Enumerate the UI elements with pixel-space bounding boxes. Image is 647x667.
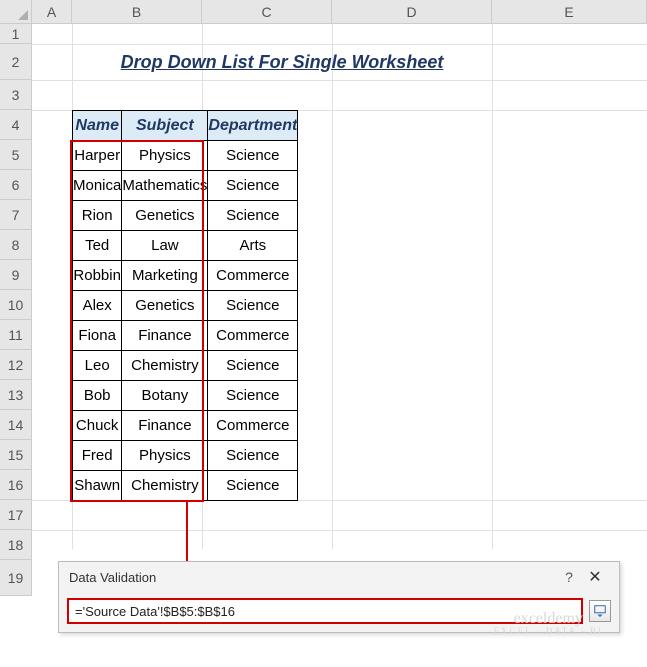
cell-subject[interactable]: Genetics: [122, 201, 208, 231]
cell-subject[interactable]: Mathematics: [122, 171, 208, 201]
header-department[interactable]: Department: [208, 111, 298, 141]
cell-department[interactable]: Science: [208, 201, 298, 231]
table-row: MonicaMathematicsScience: [73, 171, 298, 201]
dialog-header[interactable]: Data Validation ? ✕: [59, 562, 619, 592]
cell-department[interactable]: Commerce: [208, 411, 298, 441]
row-header-2[interactable]: 2: [0, 44, 32, 80]
row-header-18[interactable]: 18: [0, 530, 32, 560]
help-button[interactable]: ?: [557, 569, 581, 585]
source-formula-input[interactable]: [67, 598, 583, 624]
table-row: ShawnChemistryScience: [73, 471, 298, 501]
cell-department[interactable]: Science: [208, 141, 298, 171]
row-header-6[interactable]: 6: [0, 170, 32, 200]
expand-icon: [593, 604, 607, 618]
cell-department[interactable]: Commerce: [208, 321, 298, 351]
cell-department[interactable]: Science: [208, 171, 298, 201]
table-row: ChuckFinanceCommerce: [73, 411, 298, 441]
col-header-E[interactable]: E: [492, 0, 647, 24]
cell-subject[interactable]: Marketing: [122, 261, 208, 291]
expand-dialog-button[interactable]: [589, 600, 611, 622]
cell-department[interactable]: Arts: [208, 231, 298, 261]
cell-subject[interactable]: Finance: [122, 321, 208, 351]
row-headers: 1 2 3 4 5 6 7 8 9 10 11 12 13 14 15 16 1…: [0, 24, 32, 596]
cell-name[interactable]: Leo: [73, 351, 122, 381]
table-row: HarperPhysicsScience: [73, 141, 298, 171]
cell-name[interactable]: Shawn: [73, 471, 122, 501]
row-header-12[interactable]: 12: [0, 350, 32, 380]
cell-name[interactable]: Fiona: [73, 321, 122, 351]
header-subject[interactable]: Subject: [122, 111, 208, 141]
row-header-9[interactable]: 9: [0, 260, 32, 290]
cell-department[interactable]: Science: [208, 441, 298, 471]
row-header-8[interactable]: 8: [0, 230, 32, 260]
table-row: RobbinMarketingCommerce: [73, 261, 298, 291]
col-header-B[interactable]: B: [72, 0, 202, 24]
table-row: AlexGeneticsScience: [73, 291, 298, 321]
row-header-11[interactable]: 11: [0, 320, 32, 350]
dialog-title: Data Validation: [69, 570, 557, 585]
data-validation-dialog[interactable]: Data Validation ? ✕: [58, 561, 620, 633]
row-header-16[interactable]: 16: [0, 470, 32, 500]
cell-name[interactable]: Chuck: [73, 411, 122, 441]
cell-name[interactable]: Ted: [73, 231, 122, 261]
cell-department[interactable]: Science: [208, 351, 298, 381]
cell-name[interactable]: Fred: [73, 441, 122, 471]
cell-name[interactable]: Bob: [73, 381, 122, 411]
cell-subject[interactable]: Physics: [122, 141, 208, 171]
cell-name[interactable]: Monica: [73, 171, 122, 201]
row-header-5[interactable]: 5: [0, 140, 32, 170]
cell-department[interactable]: Commerce: [208, 261, 298, 291]
cell-subject[interactable]: Chemistry: [122, 351, 208, 381]
cell-department[interactable]: Science: [208, 471, 298, 501]
page-title: Drop Down List For Single Worksheet: [72, 44, 492, 80]
cell-subject[interactable]: Physics: [122, 441, 208, 471]
table-header-row: Name Subject Department: [73, 111, 298, 141]
cell-name[interactable]: Robbin: [73, 261, 122, 291]
column-headers: A B C D E: [32, 0, 647, 24]
table-row: BobBotanyScience: [73, 381, 298, 411]
row-header-4[interactable]: 4: [0, 110, 32, 140]
row-header-17[interactable]: 17: [0, 500, 32, 530]
cell-name[interactable]: Rion: [73, 201, 122, 231]
cell-department[interactable]: Science: [208, 291, 298, 321]
select-all-corner[interactable]: [0, 0, 32, 24]
cell-department[interactable]: Science: [208, 381, 298, 411]
col-header-D[interactable]: D: [332, 0, 492, 24]
table-row: RionGeneticsScience: [73, 201, 298, 231]
row-header-3[interactable]: 3: [0, 80, 32, 110]
row-header-1[interactable]: 1: [0, 24, 32, 44]
table-row: FionaFinanceCommerce: [73, 321, 298, 351]
row-header-19[interactable]: 19: [0, 560, 32, 596]
row-header-13[interactable]: 13: [0, 380, 32, 410]
col-header-A[interactable]: A: [32, 0, 72, 24]
col-header-C[interactable]: C: [202, 0, 332, 24]
cell-subject[interactable]: Law: [122, 231, 208, 261]
table-row: LeoChemistryScience: [73, 351, 298, 381]
spreadsheet-grid[interactable]: A B C D E 1 2 3 4 5 6 7 8 9 10 11 12 13 …: [0, 0, 647, 667]
cell-subject[interactable]: Genetics: [122, 291, 208, 321]
data-table: Name Subject Department HarperPhysicsSci…: [72, 110, 298, 501]
row-header-7[interactable]: 7: [0, 200, 32, 230]
cell-subject[interactable]: Botany: [122, 381, 208, 411]
cell-subject[interactable]: Chemistry: [122, 471, 208, 501]
cell-subject[interactable]: Finance: [122, 411, 208, 441]
row-header-10[interactable]: 10: [0, 290, 32, 320]
header-name[interactable]: Name: [73, 111, 122, 141]
cell-name[interactable]: Harper: [73, 141, 122, 171]
row-header-15[interactable]: 15: [0, 440, 32, 470]
cell-name[interactable]: Alex: [73, 291, 122, 321]
table-row: FredPhysicsScience: [73, 441, 298, 471]
table-row: TedLawArts: [73, 231, 298, 261]
close-button[interactable]: ✕: [581, 567, 609, 587]
row-header-14[interactable]: 14: [0, 410, 32, 440]
